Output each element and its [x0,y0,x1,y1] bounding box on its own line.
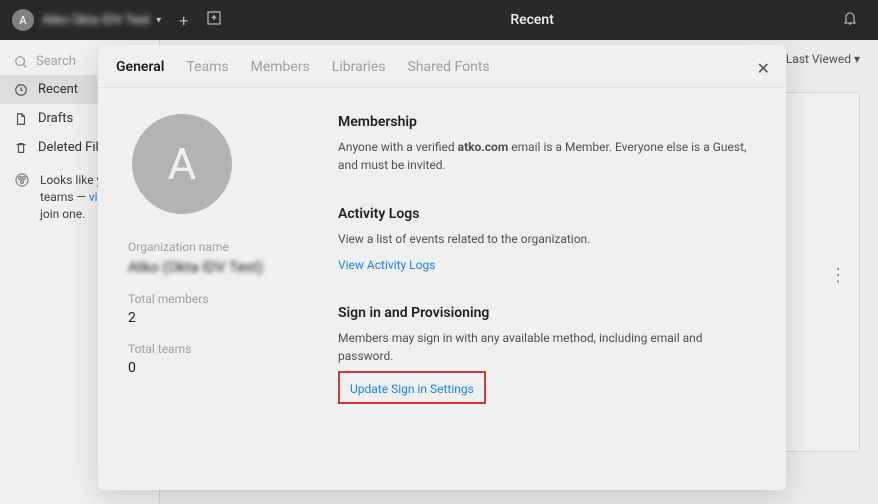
modal-overlay [0,0,878,504]
